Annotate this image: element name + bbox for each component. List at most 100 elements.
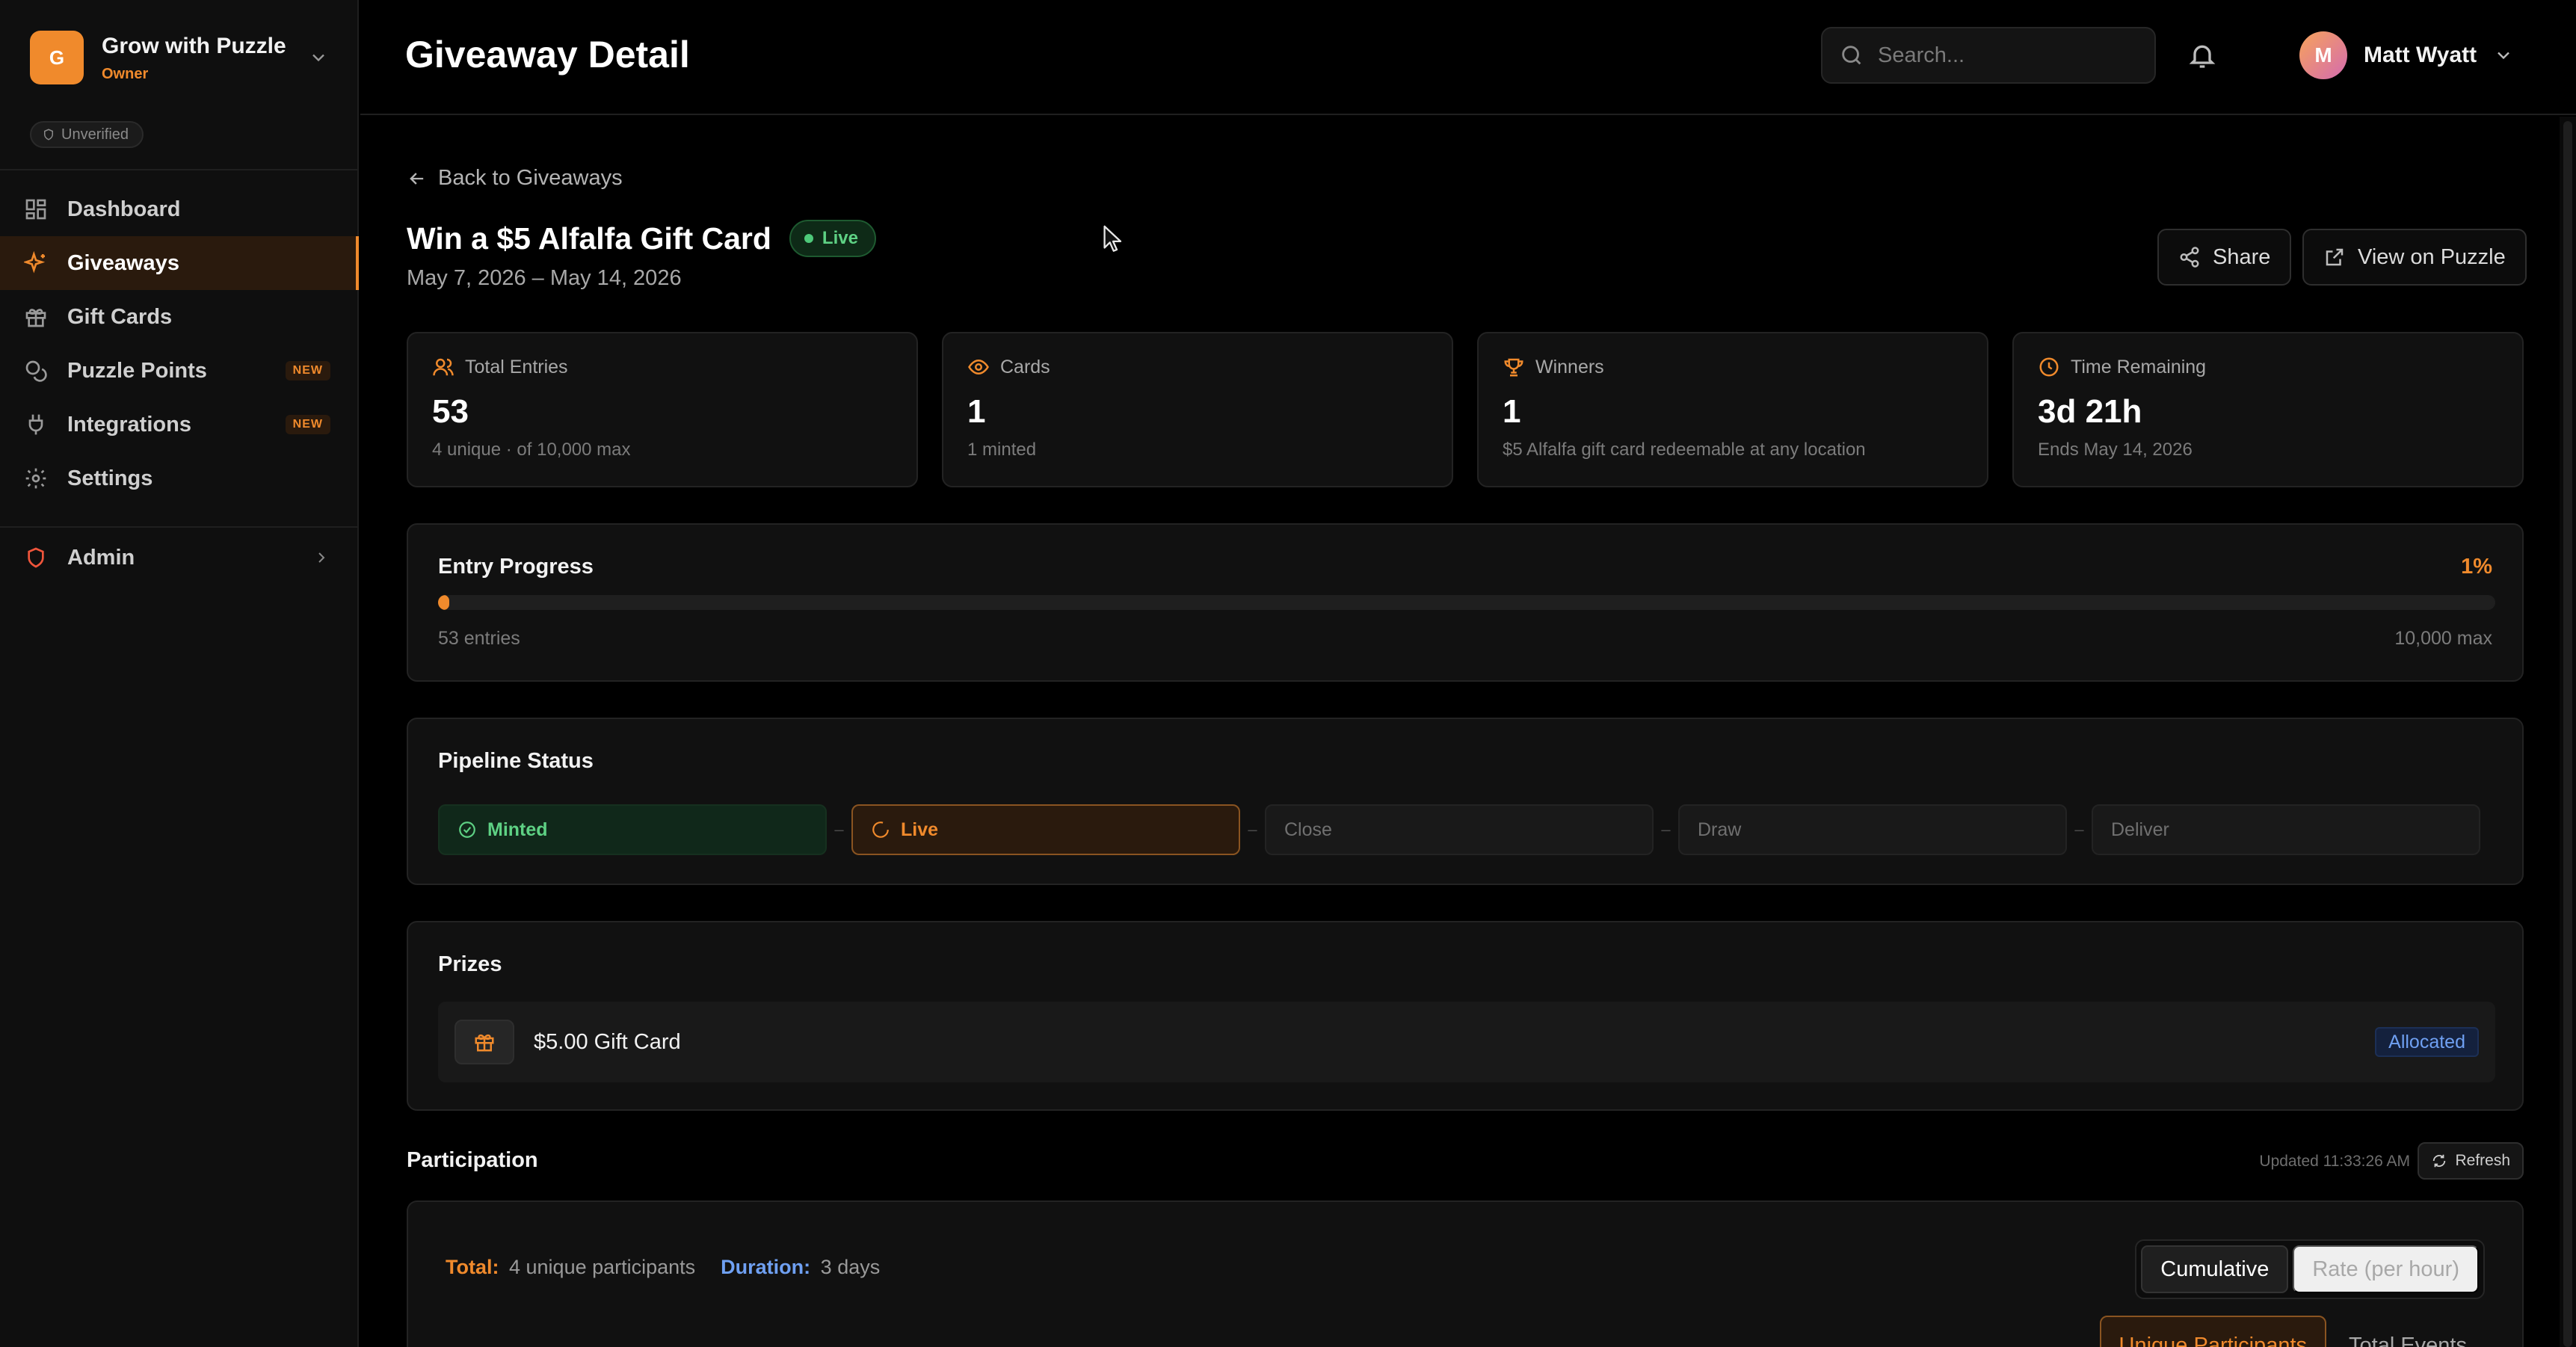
verification-label: Unverified [61,126,129,143]
sidebar-item-admin[interactable]: Admin [0,531,359,585]
sidebar-nav: Dashboard Giveaways Gift Cards Puzzle Po… [0,182,359,505]
scrollbar-thumb[interactable] [2563,121,2572,1347]
chevron-right-icon [318,552,325,563]
stage-close: Close [1265,804,1654,855]
total-label: Total: [446,1256,499,1278]
prizes-card: Prizes $5.00 Gift Card Allocated [407,921,2524,1111]
search-input[interactable] [1878,43,2147,68]
sidebar-item-label: Puzzle Points [67,358,207,383]
user-name: Matt Wyatt [2364,43,2477,67]
participation-title: Participation [407,1148,538,1172]
progress-bar-fill [438,595,449,610]
share-button[interactable]: Share [2157,229,2292,286]
stage-separator: – [834,820,844,839]
stage-label: Close [1284,819,1332,840]
sidebar-item-label: Admin [67,545,135,570]
avatar: M [2299,31,2347,79]
sidebar-item-label: Dashboard [67,197,181,221]
arrow-left-icon [410,172,424,185]
stat-value: 3d 21h [2038,393,2142,430]
sidebar-item-dashboard[interactable]: Dashboard [0,182,359,236]
stat-label: Time Remaining [2071,356,2207,377]
stage-label: Minted [487,819,548,840]
user-menu[interactable]: M Matt Wyatt [2299,30,2514,81]
external-link-icon [2326,248,2344,266]
refresh-button[interactable]: Refresh [2418,1142,2524,1180]
shield-outline-icon [44,129,53,141]
refresh-label: Refresh [2455,1152,2510,1169]
giveaway-title-row: Win a $5 Alfalfa Gift Card Live [407,220,876,257]
stage-live: Live [851,804,1240,855]
stat-header: Total Entries [432,356,893,378]
new-badge: NEW [285,415,330,434]
back-link[interactable]: Back to Giveaways [407,166,623,191]
refresh-icon [2433,1154,2446,1168]
progress-percent: 1% [2461,555,2492,579]
stage-minted: Minted [438,804,827,855]
duration-summary: Duration: 3 days [721,1256,880,1279]
sidebar-item-label: Settings [67,466,153,490]
mode-cumulative-button[interactable]: Cumulative [2141,1245,2289,1293]
sidebar-item-label: Gift Cards [67,304,173,329]
stats-row: Total Entries 53 4 unique · of 10,000 ma… [407,332,2524,487]
mouse-cursor-icon [1103,225,1122,252]
stat-subtext: $5 Alfalfa gift card redeemable at any l… [1503,440,1866,460]
users-icon [433,358,454,376]
stat-total-entries: Total Entries 53 4 unique · of 10,000 ma… [407,332,918,487]
entry-progress-card: Entry Progress 1% 53 entries 10,000 max [407,523,2524,682]
stage-draw: Draw [1678,804,2067,855]
metric-toggle: Unique Participants Total Events [2099,1316,2485,1347]
sidebar-item-puzzle-points[interactable]: Puzzle Points NEW [0,344,359,398]
total-summary: Total: 4 unique participants [446,1256,695,1279]
share-icon [2180,247,2199,268]
stat-header: Winners [1503,356,1963,378]
updated-timestamp: Updated 11:33:26 AM [2259,1153,2410,1170]
stat-subtext: 1 minted [967,440,1037,460]
pipeline-stages: Minted – Live – Close – Draw – Deliver [438,804,2495,855]
org-name: Grow with Puzzle [102,33,286,58]
gift-icon [475,1034,494,1052]
gear-icon [25,468,46,489]
sparkles-icon [24,251,46,274]
stage-label: Deliver [2111,819,2169,840]
sidebar-item-giveaways[interactable]: Giveaways [0,236,359,290]
status-label: Live [822,228,858,248]
sidebar-item-label: Integrations [67,412,191,437]
mode-rate-button[interactable]: Rate (per hour) [2293,1245,2479,1293]
sidebar-item-settings[interactable]: Settings [0,451,359,505]
total-value: 4 unique participants [509,1256,696,1278]
stat-subtext: 4 unique · of 10,000 max [432,440,631,460]
search-icon [1842,46,1861,65]
prize-name: $5.00 Gift Card [534,1029,681,1054]
metric-unique-participants-tab[interactable]: Unique Participants [2099,1316,2327,1347]
sidebar-item-gift-cards[interactable]: Gift Cards [0,290,359,344]
stat-label: Cards [1000,356,1050,377]
bell-icon[interactable] [2187,40,2217,70]
search-box[interactable] [1821,27,2156,84]
sidebar-item-integrations[interactable]: Integrations NEW [0,398,359,451]
participation-summary: Total: 4 unique participants Duration: 3… [446,1256,880,1279]
prize-item: $5.00 Gift Card Allocated [438,1002,2495,1082]
metric-total-events-tab[interactable]: Total Events [2331,1316,2485,1347]
duration-value: 3 days [820,1256,881,1278]
sidebar-divider [0,526,359,528]
stat-winners: Winners 1 $5 Alfalfa gift card redeemabl… [1477,332,1988,487]
stat-label: Total Entries [465,356,568,377]
check-circle-icon [459,822,475,838]
main-content: Back to Giveaways Win a $5 Alfalfa Gift … [360,117,2576,1347]
sidebar-divider [0,169,359,170]
stat-header: Time Remaining [2038,356,2498,378]
progress-entries-label: 53 entries [438,628,520,649]
progress-max-label: 10,000 max [2394,628,2492,649]
chevron-down-icon [312,54,324,62]
coins-icon [25,360,47,382]
sidebar: G Grow with Puzzle Owner Unverified Dash… [0,0,359,1347]
stat-label: Winners [1535,356,1604,377]
spinner-icon [872,822,889,838]
main-scrollbar[interactable] [2560,117,2576,1347]
verification-badge[interactable]: Unverified [30,121,144,148]
prize-icon-box [455,1020,514,1064]
view-on-puzzle-button[interactable]: View on Puzzle [2302,229,2527,286]
org-switcher[interactable]: G Grow with Puzzle Owner [30,30,329,85]
trophy-icon [1504,358,1523,377]
